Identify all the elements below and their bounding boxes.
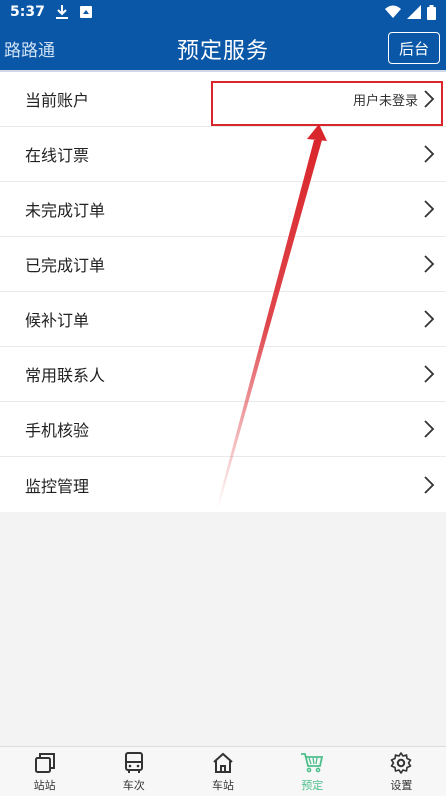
page-title: 预定服务: [176, 39, 269, 64]
chevron-right-icon: [424, 420, 435, 438]
chevron-right-icon: [424, 475, 435, 494]
menu-item-completed-orders[interactable]: 已完成订单: [0, 237, 446, 292]
menu-item-label: 常用联系人: [25, 366, 106, 385]
menu-item-current-account[interactable]: 当前账户 用户未登录: [0, 72, 446, 127]
tab-station[interactable]: 车站: [178, 747, 267, 796]
cart-icon: [301, 752, 324, 772]
login-status-value: 用户未登录: [352, 93, 418, 109]
tab-train-number[interactable]: 车次: [89, 747, 178, 796]
tab-settings[interactable]: 设置: [357, 747, 446, 796]
home-icon: [213, 752, 233, 773]
menu-item-label: 已完成订单: [25, 256, 106, 275]
bottom-tab-bar: 站站 车次 车站 预定 设置: [0, 746, 446, 796]
tab-station-to-station[interactable]: 站站: [0, 747, 89, 796]
app-notification-icon: [79, 5, 93, 19]
download-icon: [55, 4, 69, 20]
wifi-icon: [385, 5, 401, 19]
tab-booking[interactable]: 预定: [268, 747, 357, 796]
chevron-right-icon: [424, 200, 435, 218]
app-header: 路路通 预定服务 后台: [0, 24, 446, 72]
chevron-right-icon: [424, 365, 435, 383]
chevron-right-icon: [424, 90, 435, 108]
copy-icon: [34, 752, 55, 773]
tab-label: 设置: [390, 778, 413, 792]
signal-icon: [407, 5, 421, 19]
chevron-right-icon: [424, 145, 435, 163]
gear-icon: [391, 751, 412, 774]
menu-item-pending-orders[interactable]: 未完成订单: [0, 182, 446, 237]
menu-item-label: 手机核验: [25, 421, 90, 440]
chevron-right-icon: [424, 255, 435, 273]
menu-item-monitor-manage[interactable]: 监控管理: [0, 457, 446, 512]
status-bar: 5:37: [0, 0, 446, 24]
service-menu: 当前账户 用户未登录 在线订票 未完成订单 已完成订单 候补订单 常用联系人 手…: [0, 72, 446, 512]
menu-item-phone-verify[interactable]: 手机核验: [0, 402, 446, 457]
bus-icon: [124, 751, 143, 773]
menu-item-label: 候补订单: [25, 311, 90, 330]
tab-label: 站站: [33, 778, 56, 792]
menu-item-online-booking[interactable]: 在线订票: [0, 127, 446, 182]
menu-item-label: 在线订票: [25, 146, 90, 165]
battery-icon: [427, 4, 436, 20]
menu-item-contacts[interactable]: 常用联系人: [0, 347, 446, 402]
tab-label: 车站: [212, 778, 234, 792]
menu-item-label: 未完成订单: [25, 201, 106, 220]
menu-item-waitlist-orders[interactable]: 候补订单: [0, 292, 446, 347]
backend-button[interactable]: 后台: [388, 32, 440, 64]
menu-item-label: 当前账户: [25, 91, 90, 110]
tab-label: 车次: [122, 778, 145, 792]
tab-label: 预定: [301, 778, 324, 792]
chevron-right-icon: [424, 310, 435, 328]
status-time: 5:37: [10, 4, 45, 20]
menu-item-label: 监控管理: [25, 476, 90, 496]
